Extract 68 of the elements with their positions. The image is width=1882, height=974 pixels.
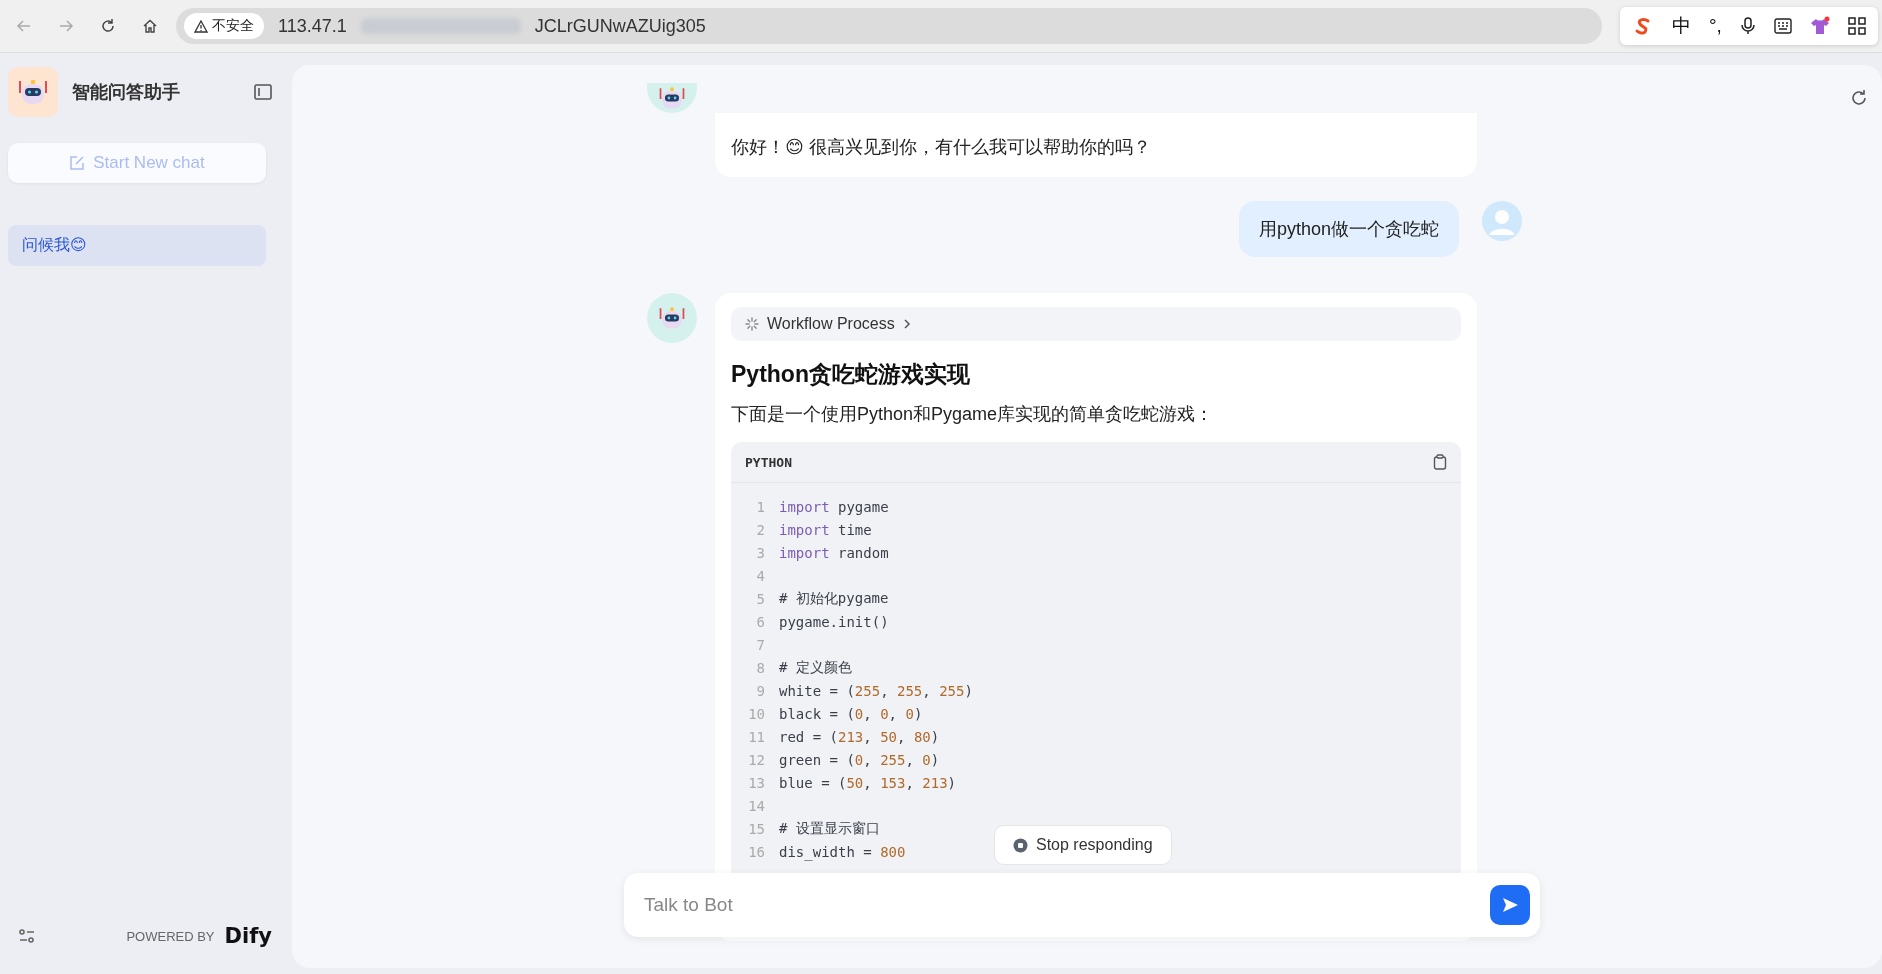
copy-icon[interactable] [1433,454,1447,470]
code-line: # 定义颜色 [779,658,852,677]
code-line: green = (0, 255, 0) [779,751,940,768]
edit-icon [69,155,86,171]
message-composer[interactable]: Talk to Bot [624,873,1540,937]
warning-icon [194,19,208,33]
code-line: white = (255, 255, 255) [779,682,973,699]
code-line: import random [779,544,889,561]
brand-logo: Dify [224,924,272,948]
send-icon [1501,896,1519,914]
conversation-item[interactable]: 问候我😊 [8,225,266,266]
code-line: import pygame [779,498,889,515]
sidebar-toggle-icon[interactable] [254,84,272,100]
line-number: 2 [755,521,766,538]
line-number: 15 [747,820,766,837]
send-button[interactable] [1490,885,1530,925]
settings-icon[interactable] [18,928,36,944]
message-text: 下面是一个使用Python和Pygame库实现的简单贪吃蛇游戏： [731,403,1215,426]
line-number: 11 [747,728,766,745]
line-number: 4 [755,567,766,584]
line-number: 1 [755,498,766,515]
user-message: 用python做一个贪吃蛇 [1238,201,1459,257]
code-line: import time [779,521,872,538]
line-number: 5 [755,590,766,607]
line-number: 14 [747,797,766,814]
line-number: 7 [755,636,766,653]
shirt-icon[interactable] [1809,16,1830,36]
code-line: black = (0, 0, 0) [779,705,923,722]
stop-icon [1013,837,1028,853]
grid-icon[interactable] [1847,17,1866,35]
address-bar[interactable]: 不安全 113.47.1 JCLrGUNwAZUig305 [176,8,1602,44]
robot-icon [8,67,58,117]
code-line: # 初始化pygame [779,589,889,608]
home-icon[interactable] [142,18,158,34]
spinner-icon [745,317,759,331]
line-number: 10 [747,705,766,722]
ime-toggle[interactable]: °, [1709,15,1722,37]
line-number: 16 [747,843,766,860]
ime-toggle[interactable]: 中 [1672,13,1691,39]
code-line: red = (213, 50, 80) [779,728,940,745]
message-text: 你好！😊 很高兴见到你，有什么我可以帮助你的吗？ [731,136,1152,159]
line-number: 12 [747,751,766,768]
workflow-process-toggle[interactable]: Workflow Process [731,307,1461,341]
app-title: 智能问答助手 [72,81,181,104]
url-text: JCLrGUNwAZUig305 [534,15,706,37]
code-line: dis_width = 800 [779,843,906,860]
line-number: 6 [755,613,766,630]
code-language-label: PYTHON [745,454,792,470]
stop-responding-button[interactable]: Stop responding [994,825,1172,865]
code-line: # 设置显示窗口 [779,819,880,838]
url-text: 113.47.1 [278,15,347,37]
line-number: 3 [755,544,766,561]
security-warning[interactable]: 不安全 [184,13,264,39]
message-input[interactable]: Talk to Bot [642,893,1490,917]
bot-avatar [647,83,697,113]
code-line: blue = (50, 153, 213) [779,774,957,791]
microphone-icon[interactable] [1739,17,1756,35]
bot-avatar [647,293,697,343]
line-number: 8 [755,659,766,676]
line-number: 13 [747,774,766,791]
line-number: 9 [755,682,766,699]
powered-by-label: POWERED BY [126,928,215,944]
code-line: pygame.init() [779,613,889,630]
keyboard-icon[interactable] [1773,18,1792,34]
chevron-right-icon [902,318,911,330]
reload-icon[interactable] [100,18,116,34]
answer-heading: Python贪吃蛇游戏实现 [731,360,971,389]
refresh-icon[interactable] [1850,89,1868,107]
